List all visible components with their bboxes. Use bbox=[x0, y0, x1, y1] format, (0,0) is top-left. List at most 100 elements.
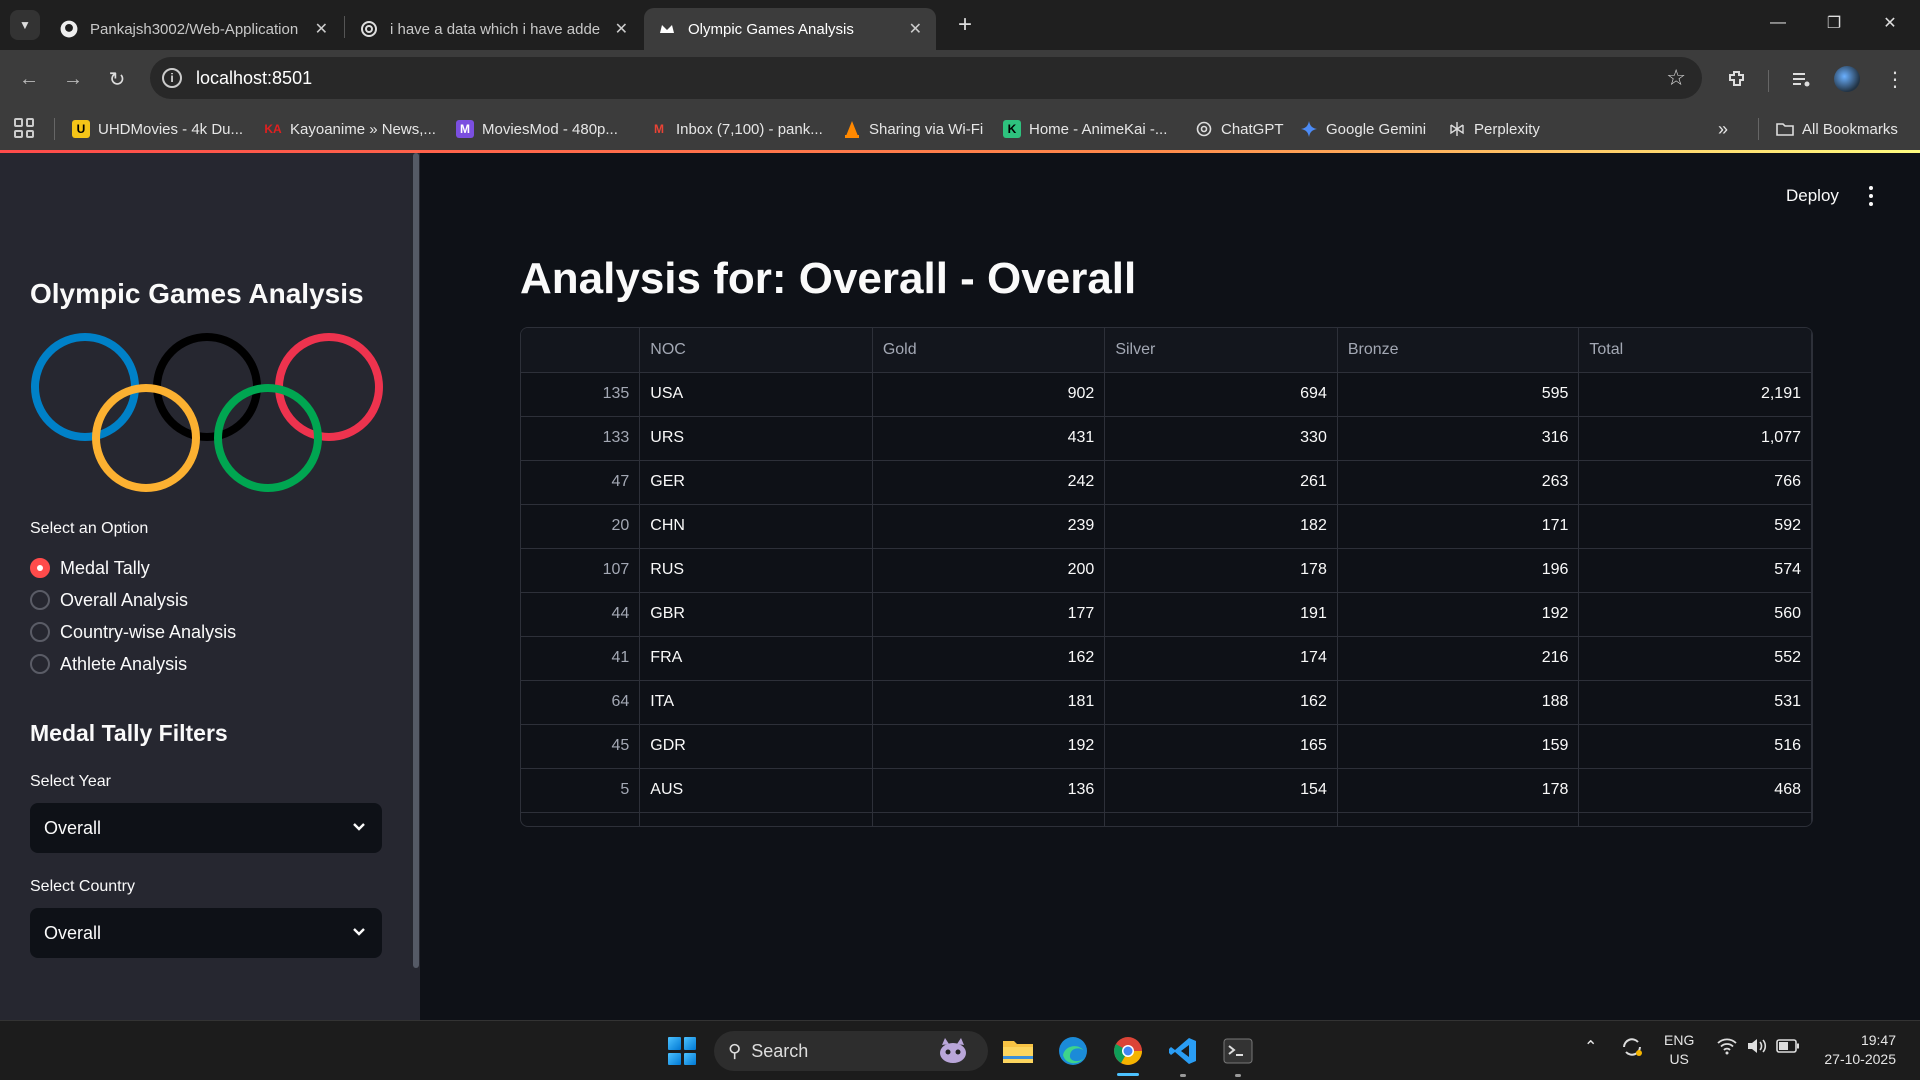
radio-country-wise-analysis[interactable]: Country-wise Analysis bbox=[30, 620, 236, 644]
wifi-icon[interactable] bbox=[1716, 1037, 1738, 1058]
cell-bronze[interactable]: 316 bbox=[1337, 416, 1580, 461]
table-row[interactable]: 133 URS 431 330 316 1,077 bbox=[521, 416, 1812, 461]
reload-button[interactable]: ↻ bbox=[102, 64, 132, 94]
close-icon[interactable]: ✕ bbox=[909, 19, 922, 39]
cell-total[interactable]: 516 bbox=[1578, 724, 1812, 769]
cell-bronze[interactable]: 171 bbox=[1337, 504, 1580, 549]
cell-noc[interactable]: USA bbox=[639, 372, 873, 417]
cell-gold[interactable]: 200 bbox=[872, 548, 1106, 593]
row-index[interactable]: 41 bbox=[521, 636, 641, 681]
sync-icon[interactable] bbox=[1620, 1035, 1644, 1062]
cell-noc[interactable]: FRA bbox=[639, 636, 873, 681]
cell-silver[interactable]: 174 bbox=[1104, 636, 1338, 681]
bookmark-gemini[interactable]: Google Gemini bbox=[1300, 116, 1426, 142]
tab-search-button[interactable]: ▼ bbox=[10, 10, 40, 40]
apps-grid-icon[interactable] bbox=[14, 118, 34, 138]
row-index[interactable]: 107 bbox=[521, 548, 641, 593]
cell-silver[interactable]: 694 bbox=[1104, 372, 1338, 417]
bookmark-kayoanime[interactable]: KA Kayoanime » News,... bbox=[264, 116, 436, 142]
cell-total[interactable]: 531 bbox=[1578, 680, 1812, 725]
cell-bronze[interactable]: 595 bbox=[1337, 372, 1580, 417]
row-index[interactable]: 47 bbox=[521, 460, 641, 505]
battery-icon[interactable] bbox=[1776, 1038, 1800, 1057]
cell-noc[interactable]: GBR bbox=[639, 592, 873, 637]
cell-silver[interactable]: 191 bbox=[1104, 592, 1338, 637]
edge-browser-icon[interactable] bbox=[1053, 1031, 1093, 1071]
cell-bronze[interactable]: 192 bbox=[1337, 592, 1580, 637]
minimize-button[interactable]: — bbox=[1758, 8, 1798, 38]
sidebar-scrollbar[interactable] bbox=[413, 153, 419, 968]
radio-overall-analysis[interactable]: Overall Analysis bbox=[30, 588, 188, 612]
cell-gold[interactable]: 431 bbox=[872, 416, 1106, 461]
select-year-dropdown[interactable]: Overall bbox=[30, 803, 382, 853]
cell-noc[interactable]: RUS bbox=[639, 548, 873, 593]
close-icon[interactable]: ✕ bbox=[615, 19, 628, 39]
tab-github[interactable]: Pankajsh3002/Web-Application ✕ bbox=[46, 8, 342, 50]
chrome-browser-icon[interactable] bbox=[1108, 1031, 1148, 1071]
cell-bronze[interactable]: 188 bbox=[1337, 680, 1580, 725]
cell-gold[interactable]: 239 bbox=[872, 504, 1106, 549]
show-hidden-icons-chevron[interactable]: ⌃ bbox=[1584, 1037, 1597, 1057]
table-row[interactable]: 5 AUS 136 154 178 468 bbox=[521, 768, 1812, 813]
profile-avatar[interactable] bbox=[1834, 66, 1860, 92]
cell-total[interactable]: 560 bbox=[1578, 592, 1812, 637]
tab-olympic-games-analysis[interactable]: Olympic Games Analysis ✕ bbox=[644, 8, 936, 50]
cell-gold[interactable]: 162 bbox=[872, 636, 1106, 681]
vscode-icon[interactable] bbox=[1163, 1031, 1203, 1071]
cell-gold[interactable]: 181 bbox=[872, 680, 1106, 725]
bookmark-chatgpt[interactable]: ChatGPT bbox=[1195, 116, 1284, 142]
table-row[interactable]: 20 CHN 239 182 171 592 bbox=[521, 504, 1812, 549]
cell-noc[interactable]: AUS bbox=[639, 768, 873, 813]
cell-bronze[interactable]: 159 bbox=[1337, 724, 1580, 769]
cell-total[interactable]: 468 bbox=[1578, 768, 1812, 813]
cell-silver[interactable]: 261 bbox=[1104, 460, 1338, 505]
radio-medal-tally[interactable]: Medal Tally bbox=[30, 556, 150, 580]
cell-gold[interactable]: 192 bbox=[872, 724, 1106, 769]
cell-noc[interactable]: ITA bbox=[639, 680, 873, 725]
clock[interactable]: 19:47 27-10-2025 bbox=[1812, 1031, 1896, 1069]
column-header-bronze[interactable]: Bronze bbox=[1337, 328, 1580, 373]
cell-bronze[interactable]: 263 bbox=[1337, 460, 1580, 505]
back-button[interactable]: ← bbox=[14, 64, 44, 94]
column-header-silver[interactable]: Silver bbox=[1104, 328, 1338, 373]
cell-noc[interactable]: URS bbox=[639, 416, 873, 461]
main-menu-icon[interactable] bbox=[1866, 184, 1876, 208]
restore-button[interactable]: ❐ bbox=[1814, 8, 1854, 38]
address-bar[interactable]: i localhost:8501 ☆ bbox=[150, 57, 1702, 99]
select-country-dropdown[interactable]: Overall bbox=[30, 908, 382, 958]
row-index[interactable]: 45 bbox=[521, 724, 641, 769]
cell-total[interactable]: 552 bbox=[1578, 636, 1812, 681]
cell-total[interactable]: 766 bbox=[1578, 460, 1812, 505]
cell-total[interactable]: 1,077 bbox=[1578, 416, 1812, 461]
bookmark-star-icon[interactable]: ☆ bbox=[1666, 65, 1686, 91]
cell-bronze[interactable]: 178 bbox=[1337, 768, 1580, 813]
cell-gold[interactable]: 902 bbox=[872, 372, 1106, 417]
cell-silver[interactable]: 178 bbox=[1104, 548, 1338, 593]
bookmark-gmail[interactable]: M Inbox (7,100) - pank... bbox=[650, 116, 823, 142]
bookmark-vlc[interactable]: Sharing via Wi-Fi bbox=[843, 116, 983, 142]
table-row[interactable]: 135 USA 902 694 595 2,191 bbox=[521, 372, 1812, 417]
volume-icon[interactable] bbox=[1746, 1037, 1768, 1058]
language-indicator[interactable]: ENG US bbox=[1664, 1031, 1694, 1069]
file-explorer-icon[interactable] bbox=[998, 1031, 1038, 1071]
row-index[interactable]: 44 bbox=[521, 592, 641, 637]
radio-athlete-analysis[interactable]: Athlete Analysis bbox=[30, 652, 187, 676]
cell-silver[interactable]: 165 bbox=[1104, 724, 1338, 769]
cell-total[interactable]: 574 bbox=[1578, 548, 1812, 593]
cell-silver[interactable]: 154 bbox=[1104, 768, 1338, 813]
cell-silver[interactable]: 330 bbox=[1104, 416, 1338, 461]
cell-gold[interactable]: 177 bbox=[872, 592, 1106, 637]
row-index[interactable]: 20 bbox=[521, 504, 641, 549]
table-row[interactable]: 107 RUS 200 178 196 574 bbox=[521, 548, 1812, 593]
row-index[interactable]: 5 bbox=[521, 768, 641, 813]
start-button[interactable] bbox=[662, 1031, 702, 1071]
all-bookmarks-button[interactable]: All Bookmarks bbox=[1776, 116, 1898, 142]
column-header-noc[interactable]: NOC bbox=[639, 328, 873, 373]
more-bookmarks-chevron[interactable]: » bbox=[1718, 116, 1728, 142]
cell-noc[interactable]: GDR bbox=[639, 724, 873, 769]
terminal-icon[interactable] bbox=[1218, 1031, 1258, 1071]
bookmark-perplexity[interactable]: Perplexity bbox=[1448, 116, 1540, 142]
cell-gold[interactable]: 136 bbox=[872, 768, 1106, 813]
cell-total[interactable]: 2,191 bbox=[1578, 372, 1812, 417]
row-index[interactable]: 64 bbox=[521, 680, 641, 725]
